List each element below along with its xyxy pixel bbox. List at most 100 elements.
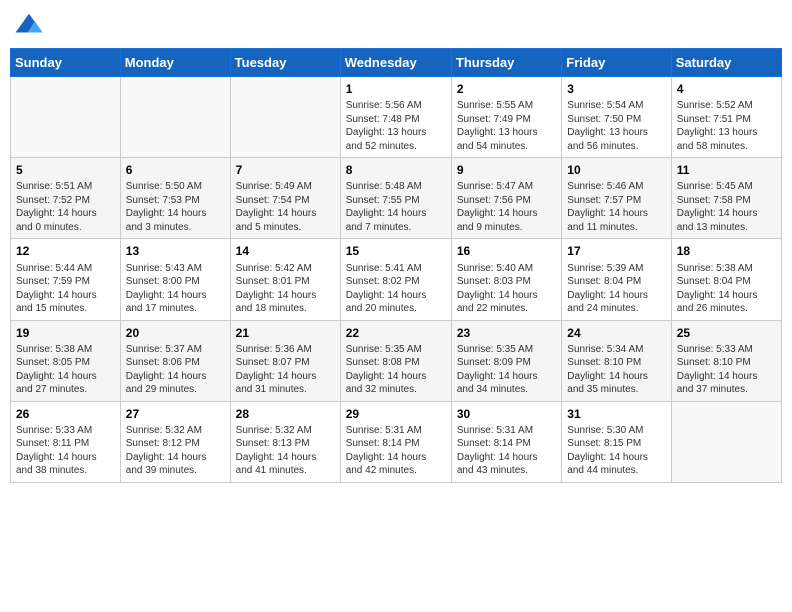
day-info-text: Daylight: 14 hours	[567, 451, 665, 465]
day-info-text: and 52 minutes.	[346, 140, 446, 154]
calendar-week-row: 19Sunrise: 5:38 AMSunset: 8:05 PMDayligh…	[11, 320, 782, 401]
day-info-text: Daylight: 14 hours	[236, 289, 335, 303]
day-info-text: Daylight: 14 hours	[457, 289, 556, 303]
day-info-text: Daylight: 13 hours	[567, 126, 665, 140]
day-info-text: Daylight: 13 hours	[457, 126, 556, 140]
calendar-day-cell: 5Sunrise: 5:51 AMSunset: 7:52 PMDaylight…	[11, 158, 121, 239]
day-info-text: and 26 minutes.	[677, 302, 776, 316]
calendar-table: SundayMondayTuesdayWednesdayThursdayFrid…	[10, 48, 782, 483]
day-info-text: Sunrise: 5:50 AM	[126, 180, 225, 194]
day-number: 2	[457, 81, 556, 97]
day-info-text: Sunrise: 5:45 AM	[677, 180, 776, 194]
day-info-text: Sunset: 8:03 PM	[457, 275, 556, 289]
day-number: 5	[16, 162, 115, 178]
day-info-text: Sunset: 8:00 PM	[126, 275, 225, 289]
day-info-text: Sunset: 8:08 PM	[346, 356, 446, 370]
day-info-text: Daylight: 14 hours	[567, 289, 665, 303]
day-info-text: Sunset: 8:10 PM	[677, 356, 776, 370]
day-info-text: and 27 minutes.	[16, 383, 115, 397]
day-info-text: and 0 minutes.	[16, 221, 115, 235]
calendar-week-row: 26Sunrise: 5:33 AMSunset: 8:11 PMDayligh…	[11, 401, 782, 482]
day-info-text: Sunrise: 5:41 AM	[346, 262, 446, 276]
day-info-text: Sunset: 8:01 PM	[236, 275, 335, 289]
day-info-text: Sunset: 8:14 PM	[457, 437, 556, 451]
day-info-text: Daylight: 14 hours	[236, 370, 335, 384]
day-number: 17	[567, 243, 665, 259]
day-info-text: Daylight: 14 hours	[126, 451, 225, 465]
day-info-text: Daylight: 14 hours	[677, 289, 776, 303]
day-number: 31	[567, 406, 665, 422]
day-info-text: Sunset: 8:05 PM	[16, 356, 115, 370]
day-info-text: Daylight: 14 hours	[457, 370, 556, 384]
day-info-text: Daylight: 14 hours	[126, 289, 225, 303]
day-info-text: and 3 minutes.	[126, 221, 225, 235]
day-number: 13	[126, 243, 225, 259]
day-info-text: Sunrise: 5:37 AM	[126, 343, 225, 357]
calendar-day-cell: 28Sunrise: 5:32 AMSunset: 8:13 PMDayligh…	[230, 401, 340, 482]
day-info-text: Sunset: 8:09 PM	[457, 356, 556, 370]
day-info-text: Sunrise: 5:38 AM	[16, 343, 115, 357]
day-info-text: Sunrise: 5:33 AM	[677, 343, 776, 357]
day-info-text: Sunrise: 5:39 AM	[567, 262, 665, 276]
day-info-text: Daylight: 13 hours	[677, 126, 776, 140]
calendar-day-cell: 6Sunrise: 5:50 AMSunset: 7:53 PMDaylight…	[120, 158, 230, 239]
day-info-text: and 43 minutes.	[457, 464, 556, 478]
calendar-day-cell: 22Sunrise: 5:35 AMSunset: 8:08 PMDayligh…	[340, 320, 451, 401]
day-info-text: Sunset: 8:15 PM	[567, 437, 665, 451]
weekday-header-saturday: Saturday	[671, 49, 781, 77]
weekday-header-sunday: Sunday	[11, 49, 121, 77]
day-info-text: Sunset: 8:04 PM	[677, 275, 776, 289]
day-info-text: and 54 minutes.	[457, 140, 556, 154]
day-info-text: and 11 minutes.	[567, 221, 665, 235]
day-info-text: Sunrise: 5:34 AM	[567, 343, 665, 357]
day-info-text: Sunset: 7:48 PM	[346, 113, 446, 127]
page-header	[10, 10, 782, 40]
day-info-text: Daylight: 14 hours	[16, 451, 115, 465]
calendar-week-row: 12Sunrise: 5:44 AMSunset: 7:59 PMDayligh…	[11, 239, 782, 320]
day-info-text: Daylight: 14 hours	[126, 207, 225, 221]
day-info-text: and 17 minutes.	[126, 302, 225, 316]
weekday-header-friday: Friday	[562, 49, 671, 77]
weekday-header-wednesday: Wednesday	[340, 49, 451, 77]
day-info-text: and 29 minutes.	[126, 383, 225, 397]
day-info-text: Sunrise: 5:31 AM	[346, 424, 446, 438]
day-info-text: Sunrise: 5:32 AM	[236, 424, 335, 438]
day-info-text: Sunrise: 5:47 AM	[457, 180, 556, 194]
day-info-text: Sunset: 7:53 PM	[126, 194, 225, 208]
day-info-text: and 58 minutes.	[677, 140, 776, 154]
day-info-text: Sunset: 8:11 PM	[16, 437, 115, 451]
day-number: 16	[457, 243, 556, 259]
day-info-text: and 42 minutes.	[346, 464, 446, 478]
day-info-text: Sunrise: 5:52 AM	[677, 99, 776, 113]
day-info-text: and 37 minutes.	[677, 383, 776, 397]
day-info-text: Sunset: 7:58 PM	[677, 194, 776, 208]
calendar-day-cell: 4Sunrise: 5:52 AMSunset: 7:51 PMDaylight…	[671, 77, 781, 158]
calendar-day-cell: 23Sunrise: 5:35 AMSunset: 8:09 PMDayligh…	[451, 320, 561, 401]
weekday-header-row: SundayMondayTuesdayWednesdayThursdayFrid…	[11, 49, 782, 77]
empty-day-cell	[230, 77, 340, 158]
day-number: 30	[457, 406, 556, 422]
day-info-text: Sunrise: 5:30 AM	[567, 424, 665, 438]
day-info-text: and 32 minutes.	[346, 383, 446, 397]
calendar-day-cell: 24Sunrise: 5:34 AMSunset: 8:10 PMDayligh…	[562, 320, 671, 401]
calendar-day-cell: 9Sunrise: 5:47 AMSunset: 7:56 PMDaylight…	[451, 158, 561, 239]
day-info-text: Daylight: 14 hours	[567, 207, 665, 221]
day-info-text: Daylight: 14 hours	[677, 370, 776, 384]
day-info-text: Sunset: 7:52 PM	[16, 194, 115, 208]
day-number: 23	[457, 325, 556, 341]
calendar-day-cell: 15Sunrise: 5:41 AMSunset: 8:02 PMDayligh…	[340, 239, 451, 320]
day-info-text: Daylight: 14 hours	[457, 207, 556, 221]
day-info-text: Sunrise: 5:31 AM	[457, 424, 556, 438]
day-info-text: Sunrise: 5:48 AM	[346, 180, 446, 194]
day-info-text: and 35 minutes.	[567, 383, 665, 397]
day-number: 18	[677, 243, 776, 259]
day-info-text: and 5 minutes.	[236, 221, 335, 235]
day-number: 3	[567, 81, 665, 97]
day-number: 15	[346, 243, 446, 259]
day-info-text: and 56 minutes.	[567, 140, 665, 154]
day-number: 21	[236, 325, 335, 341]
day-info-text: Sunset: 7:54 PM	[236, 194, 335, 208]
day-info-text: Sunset: 7:50 PM	[567, 113, 665, 127]
day-number: 12	[16, 243, 115, 259]
day-info-text: Daylight: 14 hours	[567, 370, 665, 384]
